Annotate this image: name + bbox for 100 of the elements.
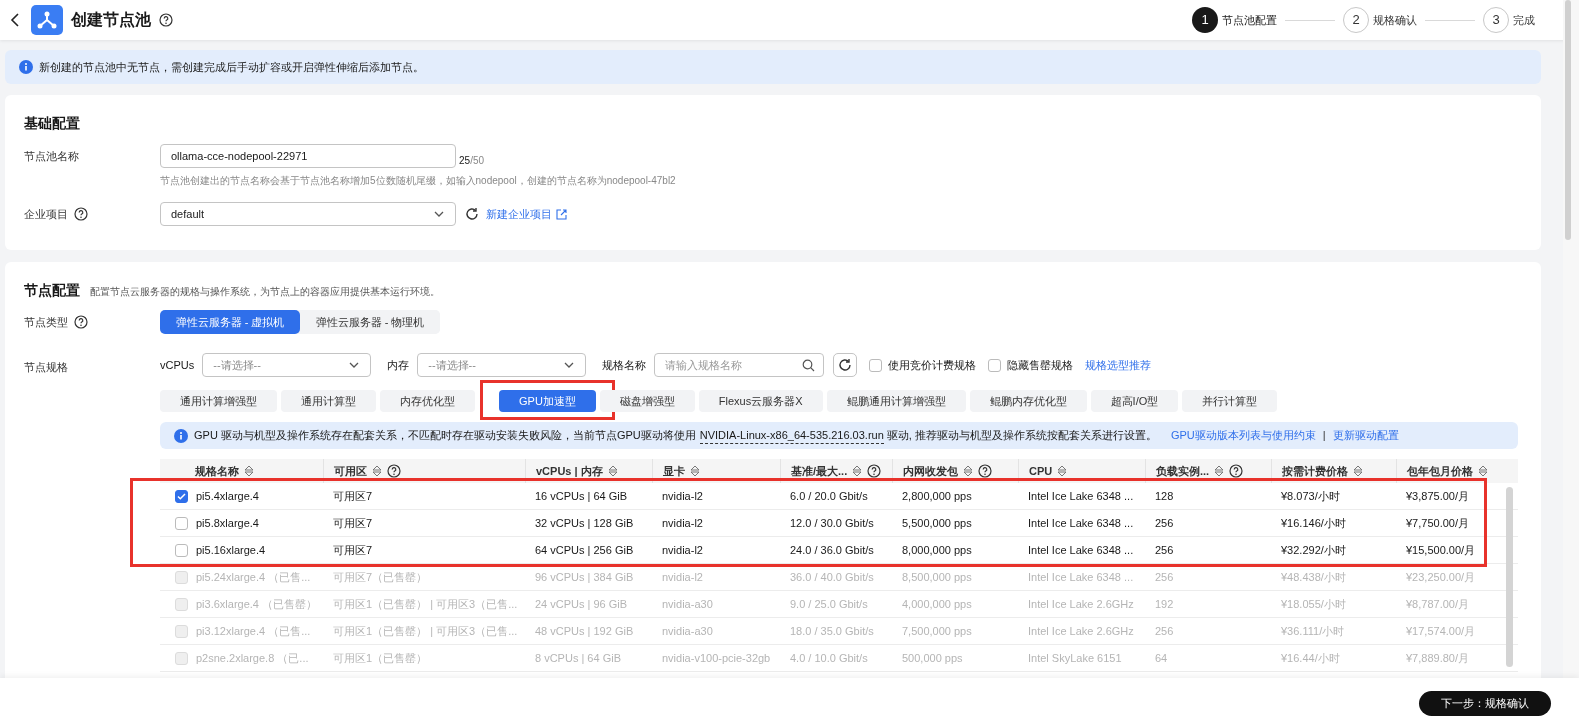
table-cell-text: nvidia-l2 bbox=[661, 569, 704, 585]
table-cell-text: pi5.16xlarge.4 bbox=[196, 542, 266, 558]
sort-icon bbox=[1214, 465, 1225, 477]
spec-tab[interactable]: 通用计算增强型 bbox=[160, 390, 277, 413]
checkbox[interactable] bbox=[988, 358, 1002, 372]
column-header[interactable]: 包年包月价格 bbox=[1396, 459, 1518, 483]
table-cell-text: 可用区1（已售罄） bbox=[332, 650, 429, 666]
help-icon bbox=[74, 207, 88, 221]
vcpus-select[interactable]: --请选择-- bbox=[202, 353, 372, 377]
sort-icon bbox=[244, 465, 254, 477]
refresh-button[interactable] bbox=[833, 353, 858, 377]
notice-link[interactable]: GPU驱动版本列表与使用约束 bbox=[1170, 427, 1316, 444]
notice-text: 新创建的节点池中无节点，需创建完成后手动扩容或开启弹性伸缩后添加节点。 bbox=[39, 59, 424, 75]
sort-icon bbox=[852, 465, 863, 477]
column-header[interactable]: CPU bbox=[1018, 459, 1145, 483]
table-cell-text: pi3.12xlarge.4 （已售... bbox=[196, 623, 311, 639]
table-cell-text: pi5.8xlarge.4 bbox=[196, 515, 259, 531]
spec-tab[interactable]: 内存优化型 bbox=[380, 390, 475, 413]
scrollbar[interactable] bbox=[1506, 487, 1513, 667]
table-cell-text: 24 vCPUs | 96 GiB bbox=[534, 596, 629, 612]
spec-tab[interactable]: GPU加速型 bbox=[499, 390, 596, 413]
step-number: 1 bbox=[1192, 7, 1218, 33]
spec-tab[interactable]: Flexus云服务器X bbox=[698, 390, 823, 413]
table-cell-text: 9.0 / 25.0 Gbit/s bbox=[789, 596, 869, 612]
table-cell-text: ¥15,500.00/月 bbox=[1405, 542, 1477, 558]
external-link-icon bbox=[556, 208, 567, 220]
char-count: 25 bbox=[459, 155, 471, 166]
sort-icon bbox=[1057, 465, 1068, 477]
column-header[interactable]: 可用区 bbox=[323, 459, 525, 483]
table-cell-text: 500,000 pps bbox=[901, 650, 964, 666]
table-cell-text: ¥7,889.80/月 bbox=[1405, 650, 1470, 666]
column-header[interactable]: 按需计费价格 bbox=[1271, 459, 1396, 483]
table-cell-text: ¥8,787.00/月 bbox=[1405, 596, 1470, 612]
table-cell-text: nvidia-l2 bbox=[661, 488, 704, 504]
info-icon bbox=[19, 60, 33, 74]
spec-tab[interactable]: 通用计算型 bbox=[281, 390, 376, 413]
notice-link[interactable]: 更新驱动配置 bbox=[1332, 427, 1399, 444]
table-cell-text: 7,500,000 pps bbox=[901, 623, 973, 639]
spec-tab[interactable]: 鲲鹏通用计算增强型 bbox=[826, 390, 966, 413]
node-type-tab[interactable]: 弹性云服务器 - 虚拟机 bbox=[160, 310, 300, 334]
column-header[interactable]: vCPUs | 内存 bbox=[525, 459, 652, 483]
step-label: 规格确认 bbox=[1373, 12, 1417, 28]
column-header[interactable]: 负载实例... bbox=[1145, 459, 1271, 483]
field-label: 企业项目 bbox=[24, 206, 68, 222]
table-cell-text: Intel SkyLake 6151 bbox=[1027, 650, 1123, 666]
column-header[interactable]: 显卡 bbox=[652, 459, 780, 483]
table-cell-text: p2sne.2xlarge.8 （已... bbox=[196, 650, 309, 666]
row-checkbox[interactable] bbox=[175, 543, 188, 557]
next-step-button[interactable]: 下一步：规格确认 bbox=[1419, 690, 1551, 716]
filter-label: 内存 bbox=[387, 357, 410, 373]
table-cell-text: 可用区7 bbox=[332, 488, 374, 504]
back-icon bbox=[10, 13, 20, 27]
table-cell-text: Intel Ice Lake 6348 ... bbox=[1027, 515, 1135, 531]
table-cell-text: Intel Ice Lake 2.6GHz bbox=[1027, 623, 1135, 639]
spec-search-box[interactable]: 请输入规格名称 bbox=[654, 353, 825, 377]
row-checkbox[interactable] bbox=[175, 489, 188, 503]
table-cell-text: nvidia-a30 bbox=[661, 623, 714, 639]
step-label: 节点池配置 bbox=[1222, 12, 1277, 28]
spec-tab[interactable]: 并行计算型 bbox=[1182, 390, 1278, 413]
app-logo-icon bbox=[31, 5, 63, 35]
name-input-field[interactable]: ollama-cce-nodepool-22971 bbox=[160, 144, 456, 168]
section-title: 节点配置 bbox=[24, 281, 80, 300]
table-cell-text: 256 bbox=[1154, 515, 1175, 531]
info-icon bbox=[174, 428, 188, 443]
spec-tab[interactable]: 鲲鹏内存优化型 bbox=[969, 390, 1087, 413]
new-project-link[interactable]: 新建企业项目 bbox=[486, 205, 567, 223]
notice-text: GPU 驱动与机型及操作系统存在配套关系，不匹配时存在驱动安装失败风险，当前节点GPU驱动将使用 bbox=[194, 428, 696, 444]
table-cell-text: 可用区7 bbox=[332, 515, 374, 531]
spec-guide-link[interactable]: 规格选型推荐 bbox=[1085, 356, 1152, 374]
column-header[interactable]: 基准/最大... bbox=[780, 459, 892, 483]
table-cell-text: 48 vCPUs | 192 GiB bbox=[534, 623, 635, 639]
scrollbar[interactable] bbox=[1565, 0, 1571, 240]
column-header[interactable]: 内网收发包 bbox=[892, 459, 1018, 483]
table-cell-text: 4.0 / 10.0 Gbit/s bbox=[789, 650, 869, 666]
checkbox[interactable] bbox=[869, 358, 883, 372]
table-cell-text: 64 bbox=[1154, 650, 1169, 666]
help-icon bbox=[159, 13, 173, 27]
sort-icon bbox=[690, 465, 700, 477]
section-title: 基础配置 bbox=[24, 114, 81, 133]
memory-select[interactable]: --请选择-- bbox=[417, 353, 587, 377]
filter-label: vCPUs bbox=[160, 357, 195, 373]
section-description: 配置节点云服务器的规格与操作系统，为节点上的容器应用提供基本运行环境。 bbox=[90, 285, 440, 299]
table-cell-text: 256 bbox=[1154, 569, 1175, 585]
spec-tab[interactable]: 磁盘增强型 bbox=[599, 390, 695, 413]
refresh-button[interactable] bbox=[464, 206, 480, 222]
column-header[interactable]: 规格名称 bbox=[160, 459, 323, 483]
sort-icon bbox=[607, 465, 618, 477]
spec-search-field[interactable]: 请输入规格名称 bbox=[655, 354, 803, 376]
sort-icon bbox=[1353, 465, 1363, 477]
spec-tab[interactable]: 超高I/O型 bbox=[1090, 390, 1179, 413]
row-checkbox[interactable] bbox=[175, 516, 188, 530]
table-cell-text: ¥3,875.00/月 bbox=[1405, 488, 1470, 504]
table-cell-text: 32 vCPUs | 128 GiB bbox=[534, 515, 635, 531]
sort-icon bbox=[372, 465, 382, 477]
table-cell-text: Intel Ice Lake 2.6GHz bbox=[1027, 596, 1135, 612]
step-number: 2 bbox=[1343, 7, 1369, 33]
table-cell-text: nvidia-l2 bbox=[661, 515, 704, 531]
table-cell-text: 36.0 / 40.0 Gbit/s bbox=[789, 569, 875, 585]
field-label: 节点类型 bbox=[24, 314, 68, 330]
project-select[interactable]: default bbox=[160, 202, 456, 226]
